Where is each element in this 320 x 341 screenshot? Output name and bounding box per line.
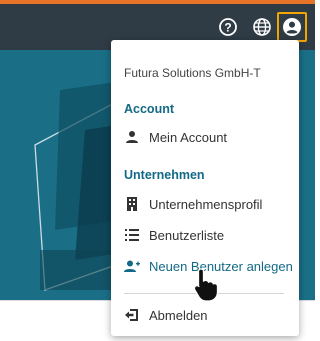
globe-icon bbox=[253, 18, 271, 36]
menu-item-logout[interactable]: Abmelden bbox=[111, 301, 299, 329]
person-add-icon bbox=[124, 258, 140, 274]
logout-icon bbox=[124, 307, 140, 323]
menu-item-label: Unternehmensprofil bbox=[149, 196, 263, 212]
menu-item-label: Mein Account bbox=[149, 129, 228, 145]
organization-name: Futura Solutions GmbH-T bbox=[124, 66, 261, 80]
company-section-heading: Unternehmen bbox=[124, 168, 205, 182]
menu-item-label: Abmelden bbox=[149, 307, 208, 323]
account-circle-icon bbox=[283, 18, 301, 36]
language-button[interactable] bbox=[249, 14, 275, 40]
account-section-heading: Account bbox=[124, 102, 174, 116]
menu-item-label: Benutzerliste bbox=[149, 227, 225, 243]
help-icon: ? bbox=[219, 18, 237, 36]
list-icon bbox=[124, 227, 140, 243]
hand-cursor-icon bbox=[193, 268, 219, 302]
menu-item-my-account[interactable]: Mein Account bbox=[111, 123, 299, 151]
menu-item-company-profile[interactable]: Unternehmensprofil bbox=[111, 190, 299, 218]
menu-item-user-list[interactable]: Benutzerliste bbox=[111, 221, 299, 249]
svg-text:?: ? bbox=[224, 21, 231, 35]
help-button[interactable]: ? bbox=[215, 14, 241, 40]
building-icon bbox=[124, 196, 140, 212]
person-icon bbox=[124, 129, 140, 145]
account-menu-button[interactable] bbox=[277, 12, 307, 42]
